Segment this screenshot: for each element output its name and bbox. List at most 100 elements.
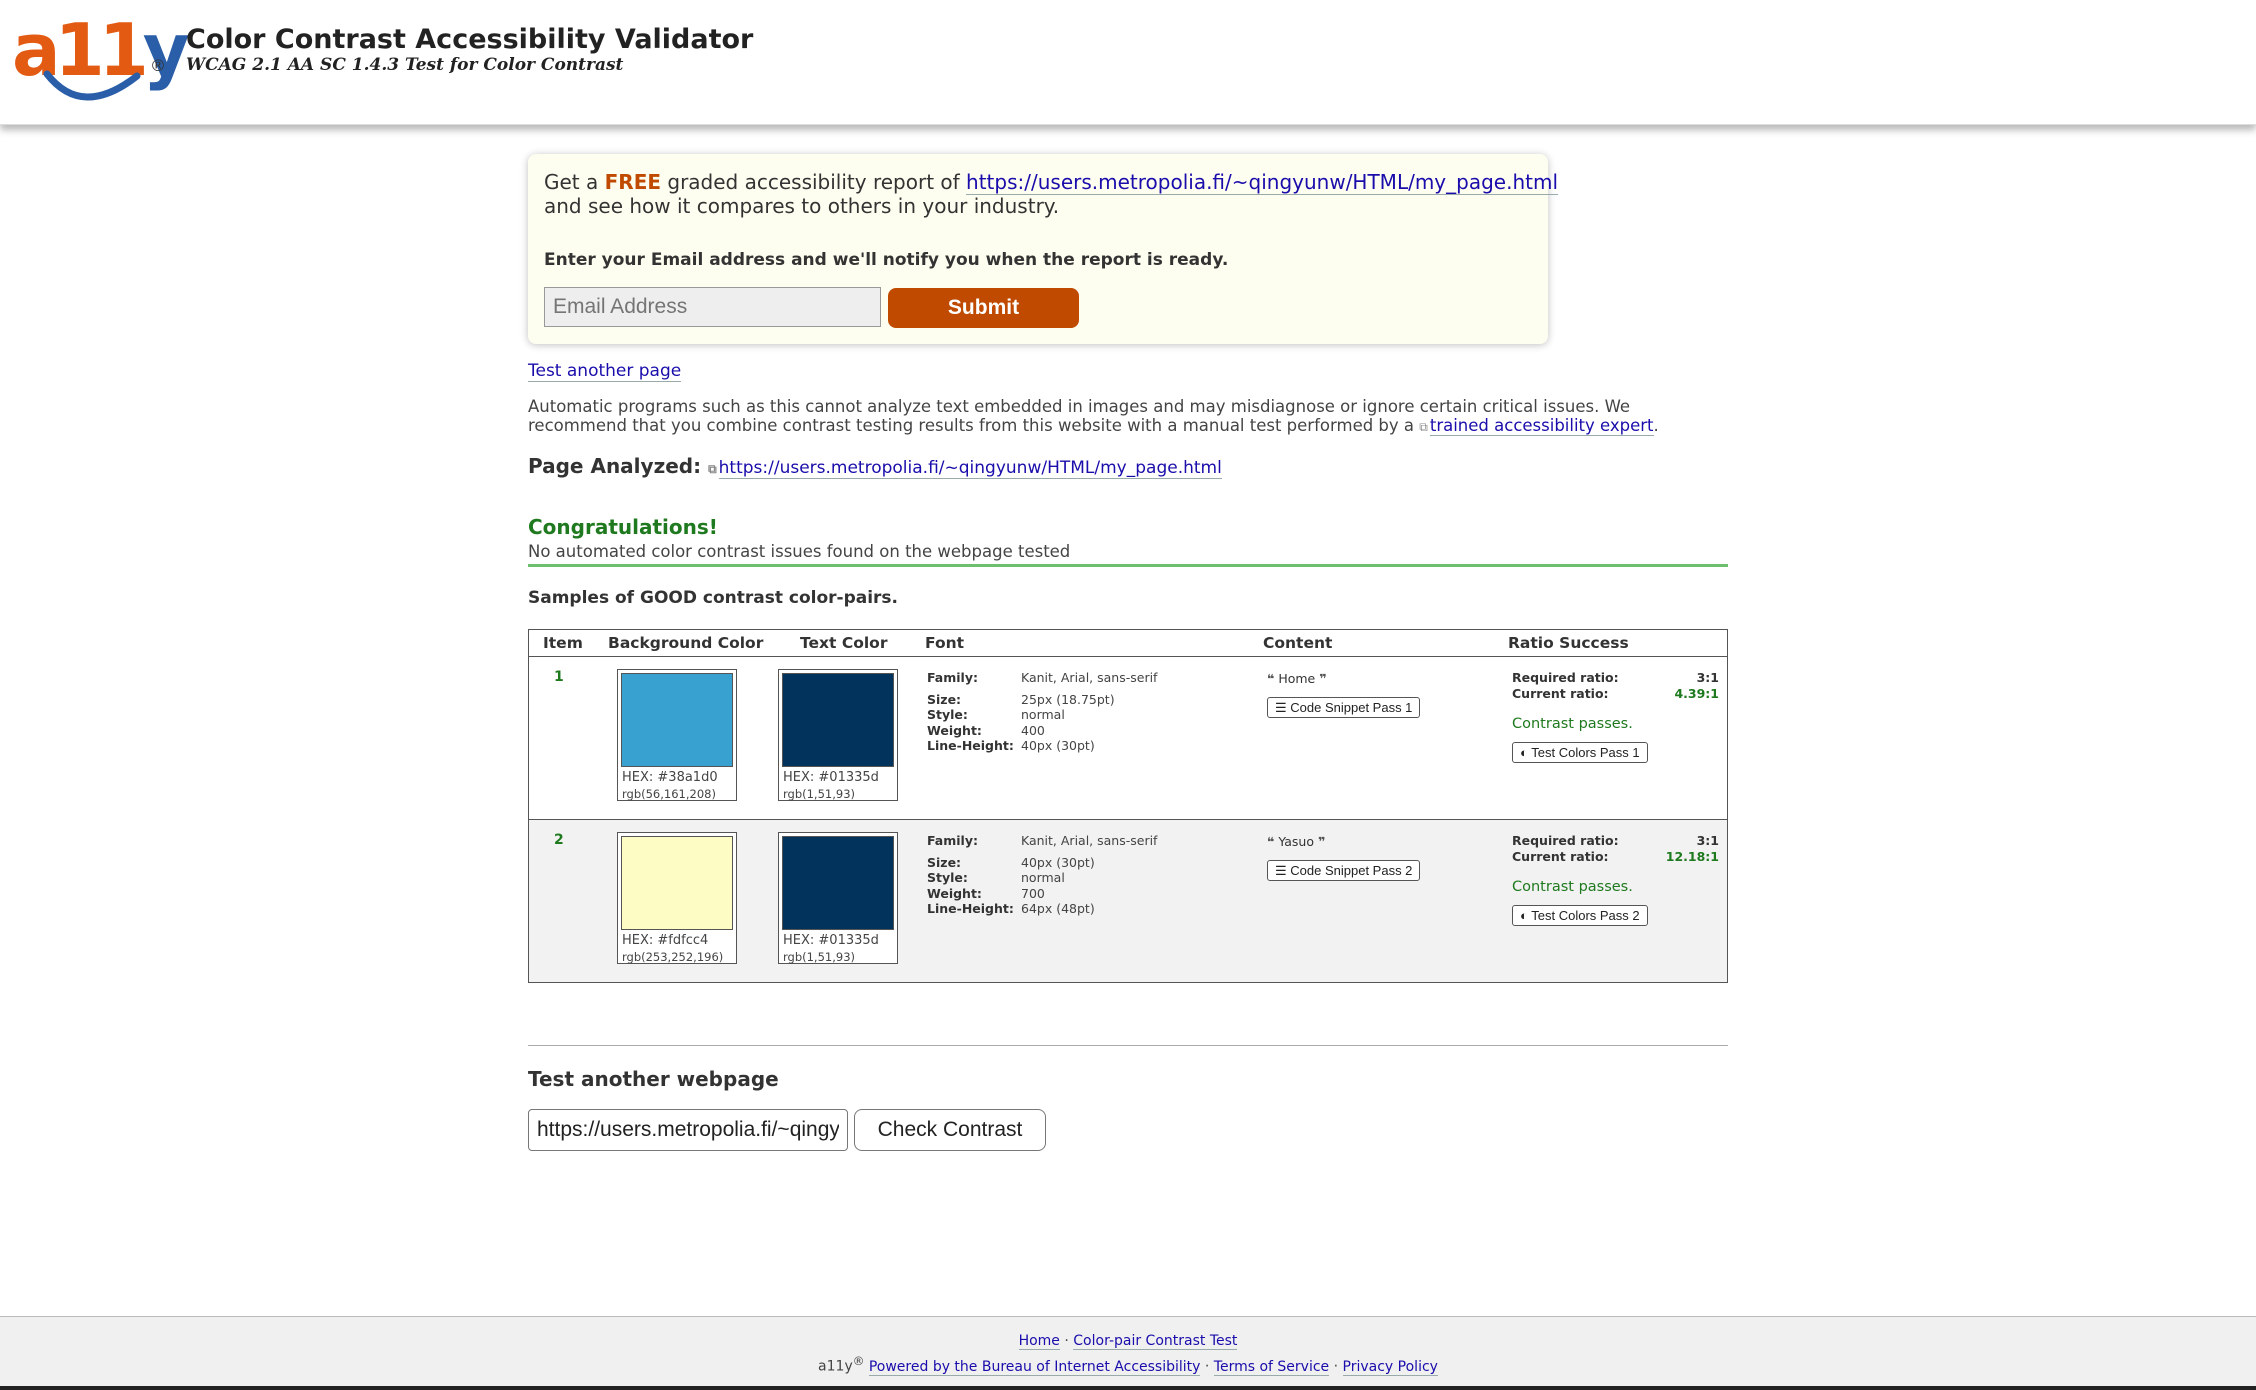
footer-pair-test-link[interactable]: Color-pair Contrast Test	[1073, 1333, 1238, 1350]
free-report-promo: Get a FREE graded accessibility report o…	[528, 154, 1559, 344]
current-ratio-label: Current ratio:	[1512, 686, 1609, 701]
footer-terms-link[interactable]: Terms of Service	[1213, 1358, 1330, 1376]
site-footer: Home · Color-pair Contrast Test a11y® Po…	[0, 1316, 2256, 1387]
logo-swoosh-icon	[43, 70, 141, 101]
section-divider	[528, 1045, 1728, 1046]
text-hex: HEX: #01335d	[783, 933, 879, 948]
color-pairs-table: Item Background Color Text Color Font Co…	[528, 629, 1728, 983]
footer-legal: a11y® Powered by the Bureau of Internet …	[818, 1354, 1438, 1376]
free-label: FREE	[604, 170, 662, 194]
line-height-value: 40px (30pt)	[1021, 738, 1095, 753]
required-ratio-label: Required ratio:	[1512, 833, 1619, 848]
header-ratio-success: Ratio Success	[1508, 634, 1629, 652]
text-rgb: rgb(1,51,93)	[783, 787, 855, 801]
font-family-label: Family:	[927, 833, 978, 848]
quote-open-icon: ❝	[1267, 671, 1275, 686]
footer-brand: a11y	[818, 1358, 853, 1375]
header-background-color: Background Color	[608, 634, 764, 652]
test-colors-button[interactable]: ◐ Test Colors Pass 1	[1512, 742, 1648, 763]
code-icon: ☰	[1275, 863, 1287, 878]
font-weight-label: Weight:	[927, 886, 982, 901]
external-link-icon: ⧉	[708, 462, 717, 476]
external-link-icon: ⧉	[1419, 420, 1428, 434]
font-size-label: Size:	[927, 855, 962, 870]
font-size-value: 40px (30pt)	[1021, 855, 1095, 870]
required-ratio-value: 3:1	[1696, 670, 1719, 685]
site-header: a11y ® Color Contrast Accessibility Vali…	[0, 0, 2256, 125]
text-hex: HEX: #01335d	[783, 770, 879, 785]
background-hex: HEX: #38a1d0	[622, 770, 718, 785]
font-family-value: Kanit, Arial, sans-serif	[1021, 833, 1158, 848]
font-style-value: normal	[1021, 707, 1065, 722]
footer-registered-mark: ®	[852, 1354, 865, 1368]
bottom-edge-bar	[0, 1386, 2256, 1390]
test-colors-button[interactable]: ◐ Test Colors Pass 2	[1512, 905, 1648, 926]
header-content: Content	[1263, 634, 1333, 652]
logo-registered-mark: ®	[150, 56, 166, 75]
test-another-page-link[interactable]: Test another page	[528, 361, 682, 382]
font-style-label: Style:	[927, 870, 968, 885]
background-color-sample	[621, 673, 733, 767]
font-weight-value: 700	[1021, 886, 1045, 901]
quote-close-icon: ❞	[1317, 834, 1326, 849]
content-sample: ❝ Yasuo ❞	[1267, 834, 1326, 849]
email-field[interactable]	[544, 287, 881, 327]
background-rgb: rgb(56,161,208)	[622, 787, 716, 801]
content-sample: ❝ Home ❞	[1267, 671, 1327, 686]
contrast-icon: ◐	[1520, 908, 1528, 923]
text-color-swatch: HEX: #01335d rgb(1,51,93)	[778, 669, 898, 801]
line-height-value: 64px (48pt)	[1021, 901, 1095, 916]
required-ratio-label: Required ratio:	[1512, 670, 1619, 685]
font-weight-label: Weight:	[927, 723, 982, 738]
footer-nav: Home · Color-pair Contrast Test	[1018, 1333, 1238, 1350]
text-color-sample	[782, 673, 894, 767]
background-rgb: rgb(253,252,196)	[622, 950, 724, 964]
promo-url-link[interactable]: https://users.metropolia.fi/~qingyunw/HT…	[966, 170, 1559, 195]
promo-text-line2: and see how it compares to others in you…	[544, 194, 1060, 218]
footer-home-link[interactable]: Home	[1018, 1333, 1060, 1350]
header-text-color: Text Color	[800, 634, 888, 652]
page-analyzed: Page Analyzed: ⧉ https://users.metropolia…	[528, 454, 1222, 479]
table-row: 1 HEX: #38a1d0 rgb(56,161,208) HEX: #013…	[529, 657, 1727, 819]
text-color-sample	[782, 836, 894, 930]
text-color-swatch: HEX: #01335d rgb(1,51,93)	[778, 832, 898, 964]
result-divider	[528, 564, 1728, 567]
item-number: 2	[554, 832, 564, 848]
table-row: 2 HEX: #fdfcc4 rgb(253,252,196) HEX: #01…	[529, 819, 1727, 982]
result-title: Congratulations!	[528, 515, 718, 539]
contrast-passes-text: Contrast passes.	[1512, 879, 1633, 895]
check-contrast-button[interactable]: Check Contrast	[854, 1109, 1046, 1151]
disclaimer-text: Automatic programs such as this cannot a…	[528, 397, 1659, 436]
current-ratio-value: 12.18:1	[1665, 849, 1719, 864]
current-ratio-value: 4.39:1	[1674, 686, 1719, 701]
quote-open-icon: ❝	[1267, 834, 1275, 849]
font-weight-value: 400	[1021, 723, 1045, 738]
url-input[interactable]	[528, 1109, 848, 1151]
submit-button[interactable]: Submit	[888, 288, 1079, 328]
contrast-passes-text: Contrast passes.	[1512, 716, 1633, 732]
page-analyzed-label: Page Analyzed:	[528, 454, 702, 478]
line-height-label: Line-Height:	[927, 901, 1014, 916]
text-rgb: rgb(1,51,93)	[783, 950, 855, 964]
promo-text: Get a FREE graded accessibility report o…	[544, 170, 1559, 195]
page-title: Color Contrast Accessibility Validator	[186, 24, 754, 55]
footer-privacy-link[interactable]: Privacy Policy	[1342, 1358, 1438, 1376]
table-header: Item Background Color Text Color Font Co…	[529, 630, 1727, 657]
code-icon: ☰	[1275, 700, 1287, 715]
font-style-value: normal	[1021, 870, 1065, 885]
trained-expert-link[interactable]: trained accessibility expert	[1429, 416, 1654, 436]
font-style-label: Style:	[927, 707, 968, 722]
code-snippet-button[interactable]: ☰ Code Snippet Pass 1	[1267, 697, 1421, 718]
analyzed-url-link[interactable]: https://users.metropolia.fi/~qingyunw/HT…	[718, 458, 1222, 479]
background-hex: HEX: #fdfcc4	[622, 933, 709, 948]
footer-powered-link[interactable]: Powered by the Bureau of Internet Access…	[868, 1358, 1201, 1376]
background-color-sample	[621, 836, 733, 930]
header-item: Item	[543, 634, 583, 652]
samples-heading: Samples of GOOD contrast color-pairs.	[528, 588, 899, 608]
code-snippet-button[interactable]: ☰ Code Snippet Pass 2	[1267, 860, 1421, 881]
a11y-logo[interactable]: a11y ®	[12, 8, 190, 114]
page-subtitle: WCAG 2.1 AA SC 1.4.3 Test for Color Cont…	[186, 55, 624, 75]
background-swatch: HEX: #fdfcc4 rgb(253,252,196)	[617, 832, 737, 964]
contrast-icon: ◐	[1520, 745, 1528, 760]
result-message: No automated color contrast issues found…	[528, 542, 1071, 561]
